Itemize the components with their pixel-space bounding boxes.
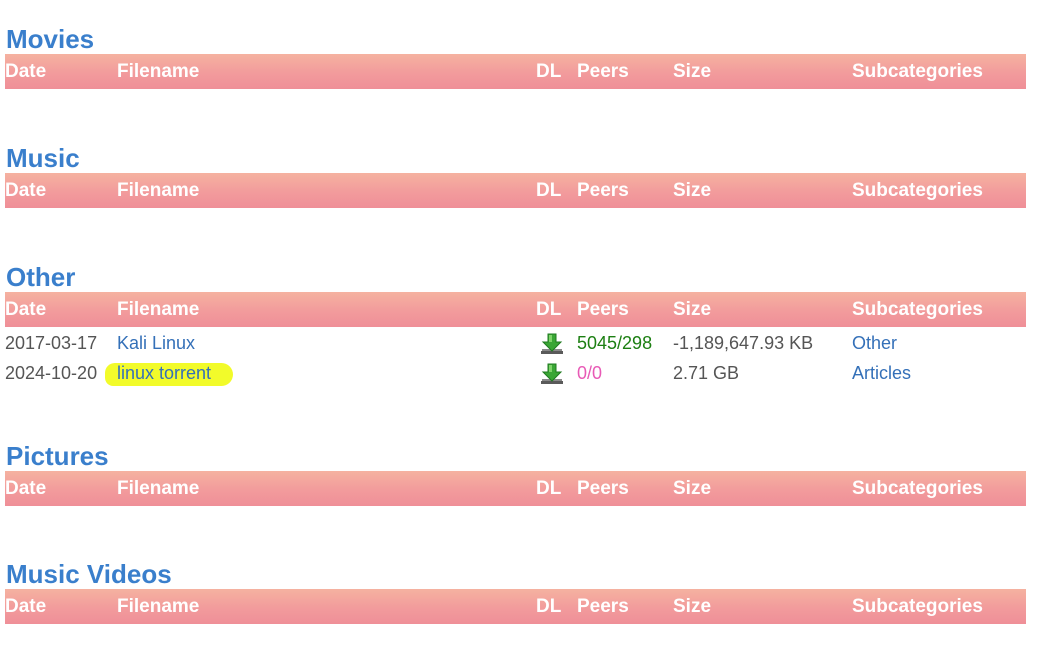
- highlight-annotation: linux torrent: [105, 358, 233, 388]
- section-music: Music Date Filename DL Peers Size Subcat…: [5, 143, 1026, 208]
- table-header: Date Filename DL Peers Size Subcategorie…: [5, 292, 1026, 327]
- section-title: Movies: [6, 24, 95, 54]
- col-subcategories-header: Subcategories: [852, 299, 983, 320]
- col-dl-header: DL: [536, 61, 562, 82]
- section-title: Music: [6, 143, 80, 173]
- col-dl-header: DL: [536, 478, 562, 499]
- torrent-link-linux-torrent-wrapper: linux torrent: [105, 358, 233, 388]
- torrent-link-linux-torrent[interactable]: linux torrent: [117, 363, 211, 383]
- col-date-header: Date: [5, 596, 47, 617]
- section-title: Music Videos: [6, 559, 172, 589]
- section-music-videos: Music Videos Date Filename DL Peers Size…: [5, 559, 1026, 624]
- col-date-header: Date: [5, 478, 47, 499]
- table-header: Date Filename DL Peers Size Subcategorie…: [5, 471, 1026, 506]
- download-arrow-icon[interactable]: [540, 332, 564, 356]
- col-peers-header: Peers: [577, 299, 629, 320]
- col-filename-header: Filename: [117, 299, 200, 320]
- row-date: 2017-03-17: [5, 333, 98, 353]
- torrent-link-kali-linux[interactable]: Kali Linux: [117, 328, 195, 358]
- col-size-header: Size: [673, 478, 712, 499]
- section-other: Other Date Filename DL Peers Size Subcat…: [5, 262, 1026, 388]
- col-size-header: Size: [673, 61, 712, 82]
- torrent-category-page: Movies Date Filename DL Peers Size Subca…: [0, 0, 1041, 649]
- col-date-header: Date: [5, 299, 47, 320]
- row-size: 2.71 GB: [673, 363, 740, 383]
- row-size: -1,189,647.93 KB: [673, 333, 814, 353]
- table-header: Date Filename DL Peers Size Subcategorie…: [5, 54, 1026, 89]
- col-size-header: Size: [673, 299, 712, 320]
- col-subcategories-header: Subcategories: [852, 61, 983, 82]
- col-subcategories-header: Subcategories: [852, 596, 983, 617]
- col-size-header: Size: [673, 180, 712, 201]
- col-dl-header: DL: [536, 299, 562, 320]
- table-row: 2017-03-17 Kali Linux 5045/298 -1,189,64…: [5, 328, 1026, 358]
- col-filename-header: Filename: [117, 478, 200, 499]
- col-subcategories-header: Subcategories: [852, 478, 983, 499]
- col-subcategories-header: Subcategories: [852, 180, 983, 201]
- col-peers-header: Peers: [577, 180, 629, 201]
- row-date: 2024-10-20: [5, 363, 98, 383]
- row-peers: 0/0: [577, 363, 603, 383]
- section-title: Other: [6, 262, 76, 292]
- col-peers-header: Peers: [577, 596, 629, 617]
- col-dl-header: DL: [536, 596, 562, 617]
- row-peers: 5045/298: [577, 333, 653, 353]
- subcategory-link-other[interactable]: Other: [852, 328, 897, 358]
- section-pictures: Pictures Date Filename DL Peers Size Sub…: [5, 441, 1026, 506]
- col-filename-header: Filename: [117, 180, 200, 201]
- col-filename-header: Filename: [117, 61, 200, 82]
- col-size-header: Size: [673, 596, 712, 617]
- table-header: Date Filename DL Peers Size Subcategorie…: [5, 173, 1026, 208]
- subcategory-link-articles[interactable]: Articles: [852, 358, 911, 388]
- section-title: Pictures: [6, 441, 109, 471]
- download-arrow-icon[interactable]: [540, 362, 564, 386]
- section-movies: Movies Date Filename DL Peers Size Subca…: [5, 24, 1026, 89]
- col-date-header: Date: [5, 61, 47, 82]
- table-row: 2024-10-20 linux torrent 0/0 2.71 GB Art…: [5, 358, 1026, 388]
- col-filename-header: Filename: [117, 596, 200, 617]
- col-peers-header: Peers: [577, 61, 629, 82]
- col-date-header: Date: [5, 180, 47, 201]
- table-header: Date Filename DL Peers Size Subcategorie…: [5, 589, 1026, 624]
- col-dl-header: DL: [536, 180, 562, 201]
- col-peers-header: Peers: [577, 478, 629, 499]
